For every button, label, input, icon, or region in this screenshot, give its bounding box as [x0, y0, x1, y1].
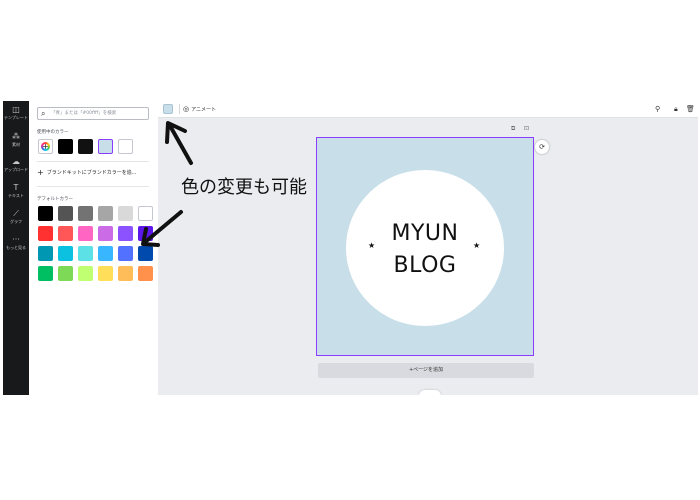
annotation-arrows	[141, 121, 193, 247]
arrow-to-color-grid	[142, 210, 183, 245]
